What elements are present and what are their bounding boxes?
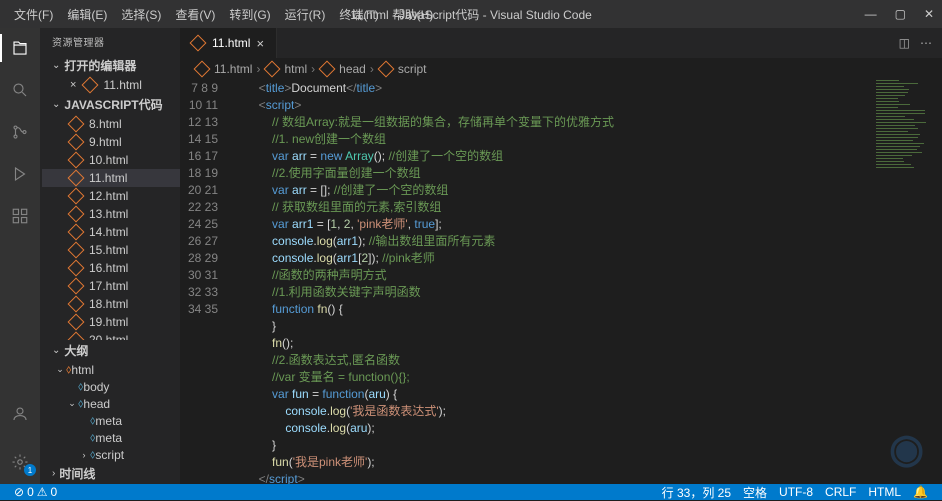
html-file-icon bbox=[68, 206, 85, 223]
html-file-icon bbox=[68, 134, 85, 151]
outline-item[interactable]: ⬨ meta bbox=[40, 412, 180, 429]
warning-icon: ⚠ bbox=[37, 485, 48, 499]
search-icon[interactable] bbox=[8, 78, 32, 102]
html-file-icon bbox=[68, 260, 85, 277]
menu-item[interactable]: 查看(V) bbox=[169, 2, 221, 27]
file-item[interactable]: 14.html bbox=[42, 223, 180, 241]
html-file-icon bbox=[68, 152, 85, 169]
outline-section[interactable]: ⌄大纲 bbox=[40, 340, 180, 361]
menu-item[interactable]: 选择(S) bbox=[115, 2, 167, 27]
cursor-position[interactable]: 行 33，列 25 bbox=[656, 484, 737, 501]
close-tab-icon[interactable]: × bbox=[256, 36, 264, 51]
code-editor[interactable]: 7 8 9 10 11 12 13 14 15 16 17 18 19 20 2… bbox=[180, 80, 942, 484]
source-control-icon[interactable] bbox=[8, 120, 32, 144]
status-eol[interactable]: CRLF bbox=[819, 484, 862, 501]
html-file-icon bbox=[68, 296, 85, 313]
tab-label: 11.html bbox=[212, 36, 250, 50]
minimap[interactable] bbox=[874, 80, 934, 200]
html-file-icon bbox=[190, 35, 207, 52]
file-item[interactable]: 16.html bbox=[42, 259, 180, 277]
outline-item[interactable]: ⌄⬨ head bbox=[40, 395, 180, 412]
run-debug-icon[interactable] bbox=[8, 162, 32, 186]
explorer-icon[interactable] bbox=[8, 36, 32, 60]
tab-bar: 11.html × ◫ ⋯ bbox=[180, 28, 942, 58]
maximize-button[interactable]: ▢ bbox=[895, 7, 906, 21]
more-actions-icon[interactable]: ⋯ bbox=[920, 36, 932, 50]
html-file-icon bbox=[68, 314, 85, 331]
breadcrumb-icon bbox=[264, 61, 281, 78]
title-bar: 文件(F)编辑(E)选择(S)查看(V)转到(G)运行(R)终端(T)帮助(H)… bbox=[0, 0, 942, 28]
file-item[interactable]: 13.html bbox=[42, 205, 180, 223]
html-file-icon bbox=[68, 188, 85, 205]
status-bar: ⊘0 ⚠0 行 33，列 25 空格 UTF-8 CRLF HTML 🔔 bbox=[0, 484, 942, 500]
file-item[interactable]: 19.html bbox=[42, 313, 180, 331]
menu-item[interactable]: 运行(R) bbox=[279, 2, 332, 27]
window-title: 11.html - JavaScript代码 - Visual Studio C… bbox=[350, 6, 592, 23]
error-icon: ⊘ bbox=[14, 485, 24, 499]
timeline-section[interactable]: ›时间线 bbox=[40, 463, 180, 484]
breadcrumb-item[interactable]: 11.html bbox=[214, 62, 252, 76]
file-item[interactable]: 20.html bbox=[42, 331, 180, 340]
close-button[interactable]: ✕ bbox=[924, 7, 934, 21]
file-item[interactable]: 18.html bbox=[42, 295, 180, 313]
breadcrumb-icon bbox=[194, 61, 211, 78]
menu-item[interactable]: 编辑(E) bbox=[61, 2, 113, 27]
html-file-icon bbox=[68, 278, 85, 295]
breadcrumb-icon bbox=[319, 61, 336, 78]
file-item[interactable]: 12.html bbox=[42, 187, 180, 205]
html-file-icon bbox=[68, 242, 85, 259]
html-file-icon bbox=[68, 170, 85, 187]
outline-item[interactable]: ⬨ body bbox=[40, 378, 180, 395]
status-spaces[interactable]: 空格 bbox=[737, 484, 773, 501]
file-item[interactable]: 10.html bbox=[42, 151, 180, 169]
open-editor-item[interactable]: ×11.html bbox=[42, 76, 180, 94]
breadcrumb-item[interactable]: script bbox=[398, 62, 427, 76]
file-item[interactable]: 9.html bbox=[42, 133, 180, 151]
menu-item[interactable]: 转到(G) bbox=[223, 2, 276, 27]
file-item[interactable]: 11.html bbox=[42, 169, 180, 187]
html-file-icon bbox=[68, 332, 85, 340]
html-file-icon bbox=[68, 224, 85, 241]
status-language[interactable]: HTML bbox=[862, 484, 907, 501]
split-editor-icon[interactable]: ◫ bbox=[899, 36, 910, 50]
file-item[interactable]: 17.html bbox=[42, 277, 180, 295]
settings-icon[interactable]: 1 bbox=[8, 450, 32, 474]
open-editors-section[interactable]: ⌄打开的编辑器 bbox=[40, 55, 180, 76]
file-item[interactable]: 15.html bbox=[42, 241, 180, 259]
breadcrumb-item[interactable]: head bbox=[339, 62, 366, 76]
close-icon[interactable]: × bbox=[70, 79, 76, 91]
html-file-icon bbox=[82, 77, 99, 94]
html-file-icon bbox=[68, 116, 85, 133]
breadcrumb-item[interactable]: html bbox=[284, 62, 307, 76]
activity-bar: 1 bbox=[0, 28, 40, 484]
file-item[interactable]: 8.html bbox=[42, 115, 180, 133]
status-errors[interactable]: ⊘0 ⚠0 bbox=[8, 485, 63, 499]
status-encoding[interactable]: UTF-8 bbox=[773, 484, 819, 501]
window-controls: — ▢ ✕ bbox=[865, 7, 934, 21]
accounts-icon[interactable] bbox=[8, 402, 32, 426]
explorer-sidebar: 资源管理器 ⌄打开的编辑器 ×11.html ⌄JAVASCRIPT代码 8.h… bbox=[40, 28, 180, 484]
editor-actions: ◫ ⋯ bbox=[889, 36, 942, 50]
notifications-icon[interactable]: 🔔 bbox=[907, 484, 934, 501]
sidebar-title: 资源管理器 bbox=[40, 28, 180, 55]
outline-item[interactable]: ›⬨ script bbox=[40, 446, 180, 463]
breadcrumb-icon bbox=[377, 61, 394, 78]
tab-11-html[interactable]: 11.html × bbox=[180, 28, 277, 58]
project-section[interactable]: ⌄JAVASCRIPT代码 bbox=[40, 94, 180, 115]
outline-item[interactable]: ⬨ meta bbox=[40, 429, 180, 446]
editor-area: 11.html × ◫ ⋯ 11.html›html›head›script 7… bbox=[180, 28, 942, 484]
menu-item[interactable]: 文件(F) bbox=[8, 2, 59, 27]
breadcrumb[interactable]: 11.html›html›head›script bbox=[180, 58, 942, 80]
outline-item[interactable]: ⌄⬨ html bbox=[40, 361, 180, 378]
extensions-icon[interactable] bbox=[8, 204, 32, 228]
minimize-button[interactable]: — bbox=[865, 7, 877, 21]
